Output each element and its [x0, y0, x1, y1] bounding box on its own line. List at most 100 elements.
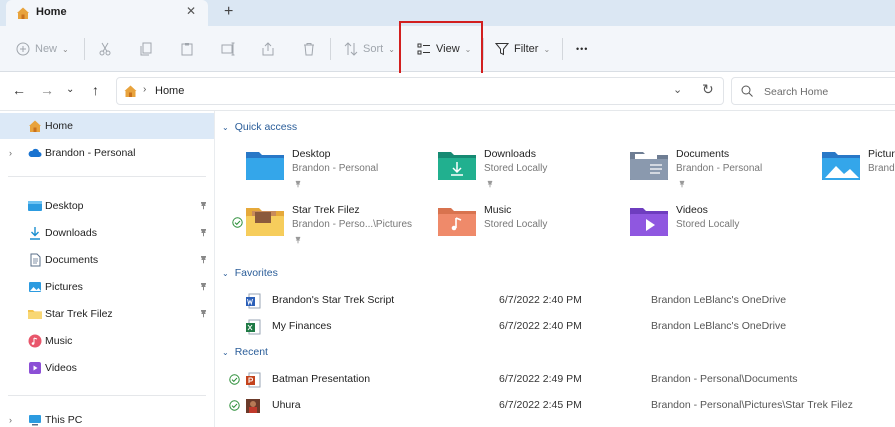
sidebar-item-label: Videos	[45, 362, 77, 374]
table-row[interactable]: Uhura 6/7/2022 2:45 PM Brandon - Persona…	[216, 394, 895, 418]
sort-icon	[344, 42, 358, 56]
document-icon	[30, 253, 41, 267]
item-name: Videos	[676, 204, 708, 216]
chevron-right-icon[interactable]: ›	[9, 148, 12, 158]
section-header-favorites[interactable]: ⌄ Favorites	[222, 267, 278, 279]
divider	[483, 38, 484, 60]
file-location: Brandon LeBlanc's OneDrive	[651, 294, 787, 306]
pictures-icon	[29, 282, 41, 292]
tab-home[interactable]: Home ✕	[6, 0, 208, 26]
file-name: Brandon's Star Trek Script	[272, 294, 395, 306]
quick-access-item-pictures[interactable]: Pictures Brando	[822, 148, 895, 198]
file-date: 6/7/2022 2:40 PM	[499, 294, 582, 306]
item-name: Desktop	[292, 148, 331, 160]
rename-button[interactable]	[221, 39, 235, 59]
filter-button[interactable]: Filter ⌄	[495, 39, 550, 59]
divider	[562, 38, 563, 60]
word-icon	[246, 293, 261, 309]
more-options-button[interactable]: •••	[576, 39, 588, 59]
sort-button[interactable]: Sort ⌄	[344, 39, 395, 59]
file-location: Brandon - Personal\Pictures\Star Trek Fi…	[651, 399, 853, 411]
sidebar-item-label: Brandon - Personal	[45, 147, 136, 159]
refresh-icon[interactable]: ↻	[702, 81, 714, 98]
item-location: Brandon - Personal	[292, 163, 379, 174]
section-header-quick-access[interactable]: ⌄ Quick access	[222, 121, 297, 133]
sidebar-item-videos[interactable]: Videos	[0, 355, 214, 381]
computer-icon	[29, 415, 41, 426]
breadcrumb[interactable]: Home	[155, 85, 184, 97]
sidebar-item-downloads[interactable]: Downloads	[0, 220, 214, 246]
sidebar-item-star-trek-filez[interactable]: Star Trek Filez	[0, 301, 214, 327]
back-arrow-icon[interactable]: ←	[12, 82, 26, 98]
desktop-folder-icon	[28, 201, 42, 211]
pin-icon[interactable]	[199, 228, 208, 237]
sync-check-icon	[229, 400, 240, 411]
quick-access-item-desktop[interactable]: Desktop Brandon - Personal	[246, 148, 436, 198]
section-title: Quick access	[234, 121, 298, 133]
item-name: Downloads	[484, 148, 536, 160]
divider	[8, 395, 206, 396]
sync-check-icon	[232, 217, 243, 228]
cloud-icon	[28, 148, 42, 157]
share-icon	[262, 42, 274, 56]
sidebar-item-brandon-personal[interactable]: › Brandon - Personal	[0, 140, 214, 166]
quick-access-item-star-trek-filez[interactable]: Star Trek Filez Brandon - Perso...\Pictu…	[232, 204, 436, 254]
pin-icon[interactable]	[199, 201, 208, 210]
file-date: 6/7/2022 2:45 PM	[499, 399, 582, 411]
close-icon[interactable]: ✕	[186, 4, 196, 18]
music-icon	[28, 334, 42, 348]
table-row[interactable]: My Finances 6/7/2022 2:40 PM Brandon LeB…	[216, 315, 895, 339]
sidebar-item-desktop[interactable]: Desktop	[0, 193, 214, 219]
section-title: Recent	[234, 346, 268, 358]
chevron-down-icon: ⌄	[62, 44, 69, 54]
recent-locations-chevron-icon[interactable]: ⌄	[66, 84, 74, 95]
chevron-down-icon: ⌄	[222, 122, 229, 132]
new-tab-button[interactable]: +	[224, 3, 233, 21]
share-button[interactable]	[261, 39, 275, 59]
delete-button[interactable]	[302, 39, 316, 59]
clipboard-icon	[181, 43, 193, 56]
quick-access-item-music[interactable]: Music Stored Locally	[438, 204, 628, 254]
file-location: Brandon LeBlanc's OneDrive	[651, 320, 787, 332]
item-name: Music	[484, 204, 512, 216]
quick-access-item-downloads[interactable]: Downloads Stored Locally	[438, 148, 628, 198]
sidebar-item-music[interactable]: Music	[0, 328, 214, 354]
cut-button[interactable]	[98, 39, 112, 59]
new-button[interactable]: New ⌄	[16, 39, 69, 59]
pin-icon	[295, 236, 301, 244]
home-icon	[29, 120, 41, 132]
sidebar-item-documents[interactable]: Documents	[0, 247, 214, 273]
address-bar[interactable]: › Home ⌄	[116, 77, 724, 105]
sidebar-item-home[interactable]: Home	[0, 113, 214, 139]
sort-label: Sort	[363, 43, 384, 55]
search-input[interactable]: Search Home	[731, 77, 895, 105]
breadcrumb-separator-icon: ›	[143, 84, 147, 95]
paste-button[interactable]	[180, 39, 194, 59]
sidebar-item-label: Downloads	[45, 227, 97, 239]
up-arrow-icon[interactable]: ↑	[92, 82, 99, 98]
table-row[interactable]: Batman Presentation 6/7/2022 2:49 PM Bra…	[216, 368, 895, 392]
divider	[84, 38, 85, 60]
chevron-right-icon[interactable]: ›	[9, 415, 12, 425]
plus-circle-icon	[16, 42, 30, 56]
pin-icon[interactable]	[199, 282, 208, 291]
chevron-down-icon: ⌄	[222, 347, 229, 357]
quick-access-item-videos[interactable]: Videos Stored Locally	[630, 204, 820, 254]
chevron-down-icon[interactable]: ⌄	[673, 83, 682, 96]
sidebar-item-label: Music	[45, 335, 73, 347]
copy-button[interactable]	[139, 39, 153, 59]
forward-arrow-icon[interactable]: →	[40, 82, 54, 98]
pin-icon[interactable]	[199, 255, 208, 264]
quick-access-item-documents[interactable]: Documents Brandon - Personal	[630, 148, 820, 198]
sidebar-item-label: Home	[45, 120, 74, 132]
section-header-recent[interactable]: ⌄ Recent	[222, 346, 268, 358]
sidebar-item-pictures[interactable]: Pictures	[0, 274, 214, 300]
sidebar-item-label: Star Trek Filez	[45, 308, 113, 320]
item-name: Star Trek Filez	[292, 204, 360, 216]
table-row[interactable]: Brandon's Star Trek Script 6/7/2022 2:40…	[216, 289, 895, 313]
pin-icon[interactable]	[199, 309, 208, 318]
item-name: Pictures	[868, 148, 895, 160]
sidebar-item-this-pc[interactable]: › This PC	[0, 407, 214, 427]
pin-icon	[295, 180, 301, 188]
item-location: Brandon - Perso...\Pictures	[292, 219, 413, 230]
